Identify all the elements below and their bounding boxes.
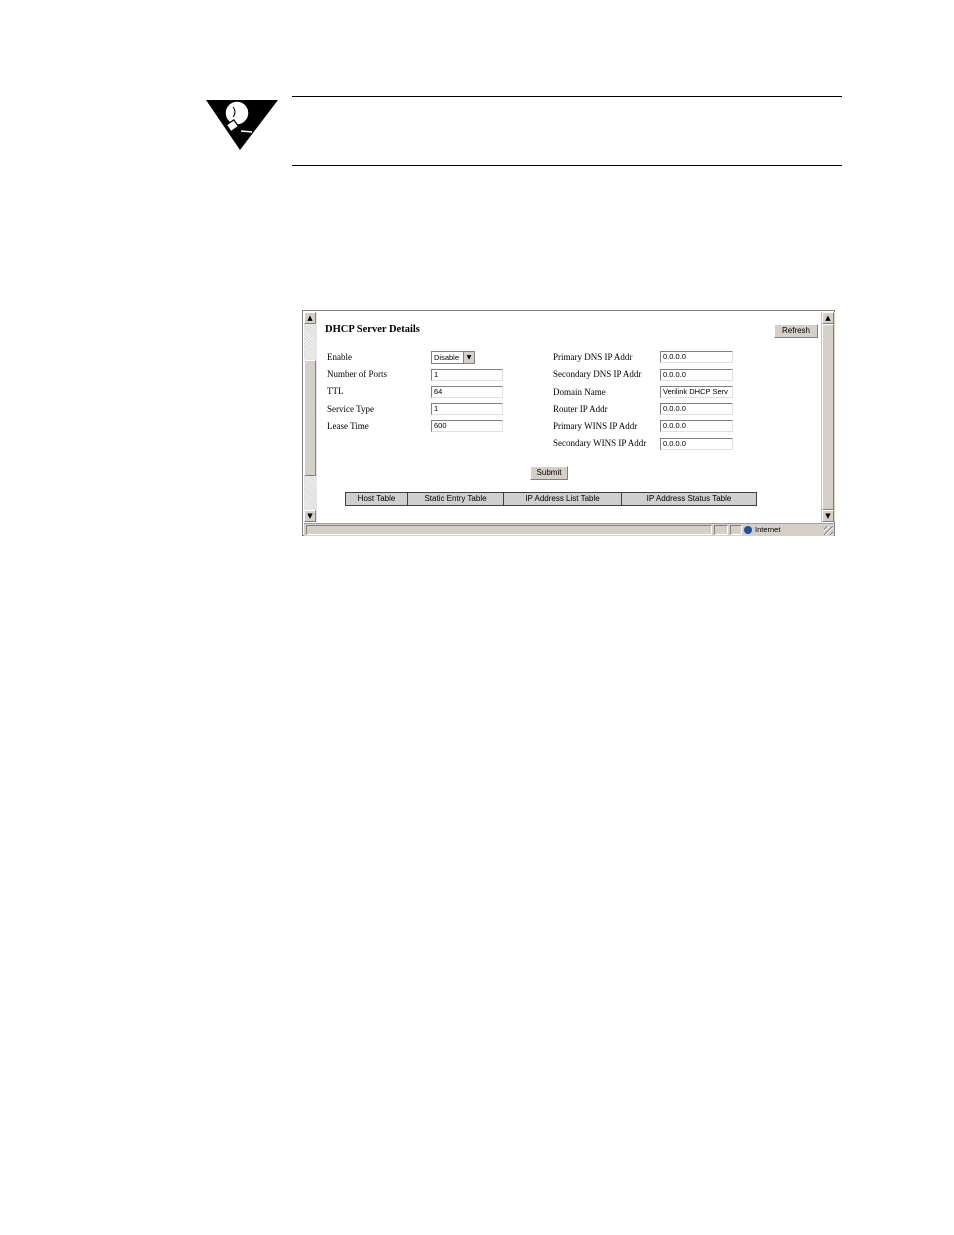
secondary-dns-label: Secondary DNS IP Addr — [553, 369, 642, 379]
dhcp-server-content: DHCP Server Details Refresh Enable Disab… — [317, 312, 821, 522]
lease-time-input[interactable]: 600 — [431, 420, 503, 432]
secondary-wins-label: Secondary WINS IP Addr — [553, 438, 647, 448]
right-scroll-up-button[interactable]: ▲ — [822, 312, 834, 324]
router-ip-label: Router IP Addr — [553, 404, 608, 414]
status-cell-1 — [714, 525, 728, 535]
primary-wins-input[interactable]: 0.0.0.0 — [660, 420, 733, 432]
ttl-label: TTL — [327, 386, 344, 396]
left-scroll-thumb[interactable] — [304, 360, 316, 476]
domain-name-input[interactable]: Verilink DHCP Serv — [660, 386, 733, 398]
enable-select[interactable]: Disable ▼ — [431, 351, 475, 364]
resize-grip[interactable] — [824, 526, 833, 535]
status-cell-main — [306, 525, 712, 535]
domain-name-label: Domain Name — [553, 387, 606, 397]
number-of-ports-input[interactable]: 1 — [431, 369, 503, 381]
zone-label: Internet — [755, 525, 781, 534]
service-type-label: Service Type — [327, 404, 374, 414]
service-type-input[interactable]: 1 — [431, 403, 503, 415]
dhcp-server-window: ▲ ▼ DHCP Server Details Refresh Enable D… — [302, 310, 835, 536]
enable-label: Enable — [327, 352, 352, 362]
lightbulb-tip-icon — [206, 100, 278, 150]
lease-time-label: Lease Time — [327, 421, 369, 431]
tab-static-entry-table[interactable]: Static Entry Table — [408, 493, 504, 505]
status-bar: Internet — [304, 523, 834, 536]
number-of-ports-label: Number of Ports — [327, 369, 387, 379]
right-scroll-thumb[interactable] — [822, 324, 834, 510]
tab-ip-address-status-table[interactable]: IP Address Status Table — [622, 493, 756, 505]
left-scroll-up-button[interactable]: ▲ — [304, 312, 316, 324]
primary-wins-label: Primary WINS IP Addr — [553, 421, 638, 431]
note-bottom-rule — [292, 165, 842, 166]
primary-dns-input[interactable]: 0.0.0.0 — [660, 351, 733, 363]
table-tabs: Host Table Static Entry Table IP Address… — [345, 492, 757, 506]
secondary-dns-input[interactable]: 0.0.0.0 — [660, 369, 733, 381]
refresh-button[interactable]: Refresh — [774, 324, 818, 338]
right-scrollbar[interactable]: ▲ ▼ — [821, 312, 835, 522]
left-scroll-down-button[interactable]: ▼ — [304, 510, 316, 522]
submit-button[interactable]: Submit — [530, 466, 568, 480]
right-scroll-down-button[interactable]: ▼ — [822, 510, 834, 522]
chevron-down-icon[interactable]: ▼ — [463, 352, 474, 363]
secondary-wins-input[interactable]: 0.0.0.0 — [660, 438, 733, 450]
note-top-rule — [292, 96, 842, 97]
tab-host-table[interactable]: Host Table — [346, 493, 408, 505]
tab-ip-address-list-table[interactable]: IP Address List Table — [504, 493, 622, 505]
security-zone: Internet — [744, 525, 822, 535]
status-cell-2 — [730, 525, 742, 535]
ttl-input[interactable]: 64 — [431, 386, 503, 398]
left-scrollbar[interactable]: ▲ ▼ — [304, 312, 317, 522]
primary-dns-label: Primary DNS IP Addr — [553, 352, 633, 362]
router-ip-input[interactable]: 0.0.0.0 — [660, 403, 733, 415]
enable-select-value: Disable — [434, 353, 460, 362]
page-title: DHCP Server Details — [325, 324, 420, 335]
globe-icon — [744, 526, 752, 535]
